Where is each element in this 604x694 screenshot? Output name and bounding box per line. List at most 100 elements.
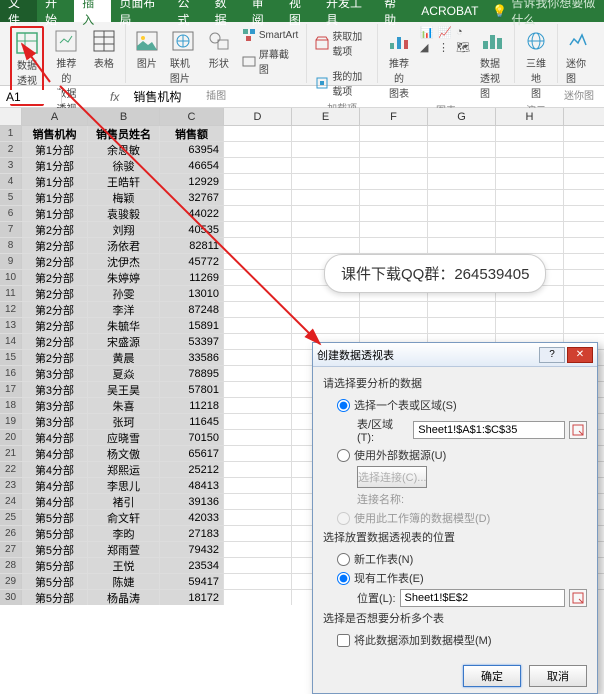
cell[interactable] [428, 190, 496, 205]
cell[interactable] [224, 174, 292, 189]
cell[interactable] [292, 190, 360, 205]
row-header[interactable]: 8 [0, 238, 22, 253]
pie-chart-icon[interactable]: ◔ [456, 26, 472, 39]
cell[interactable]: 第3分部 [22, 398, 88, 413]
formula-input[interactable]: 销售机构 [127, 88, 604, 105]
help-button[interactable]: ? [539, 347, 565, 363]
cell[interactable] [496, 142, 564, 157]
cell[interactable]: 第5分部 [22, 526, 88, 541]
table-button[interactable]: 表格 [89, 26, 119, 72]
cell[interactable] [224, 142, 292, 157]
cell[interactable] [224, 590, 292, 605]
row-header[interactable]: 1 [0, 126, 22, 141]
cell[interactable] [224, 286, 292, 301]
col-header-b[interactable]: B [88, 108, 160, 125]
cell[interactable]: 40535 [160, 222, 224, 237]
close-button[interactable]: ✕ [567, 347, 593, 363]
cell[interactable] [360, 190, 428, 205]
cell[interactable]: 39136 [160, 494, 224, 509]
range-input[interactable] [413, 421, 565, 439]
cell[interactable] [224, 302, 292, 317]
tab-view[interactable]: 视图 [281, 0, 318, 22]
cell[interactable] [496, 302, 564, 317]
cell[interactable]: 李昀 [88, 526, 160, 541]
cell[interactable] [428, 206, 496, 221]
cell[interactable] [292, 238, 360, 253]
cell[interactable] [360, 158, 428, 173]
cell[interactable]: 46654 [160, 158, 224, 173]
cell[interactable] [224, 158, 292, 173]
row-header[interactable]: 5 [0, 190, 22, 205]
cell[interactable] [360, 142, 428, 157]
dialog-titlebar[interactable]: 创建数据透视表 ? ✕ [313, 343, 597, 367]
cell[interactable]: 梅颖 [88, 190, 160, 205]
cell[interactable]: 第1分部 [22, 174, 88, 189]
smartart-button[interactable]: SmartArt [240, 26, 300, 44]
tab-developer[interactable]: 开发工具 [318, 0, 376, 22]
cell[interactable] [224, 126, 292, 141]
cell[interactable]: 78895 [160, 366, 224, 381]
cell[interactable]: 11218 [160, 398, 224, 413]
cell[interactable]: 15891 [160, 318, 224, 333]
row-header[interactable]: 25 [0, 510, 22, 525]
tab-data[interactable]: 数据 [207, 0, 244, 22]
cell[interactable] [224, 334, 292, 349]
cell[interactable]: 郑雨萱 [88, 542, 160, 557]
row-header[interactable]: 13 [0, 318, 22, 333]
cell[interactable] [360, 206, 428, 221]
row-header[interactable]: 16 [0, 366, 22, 381]
cell[interactable]: 销售机构 [22, 126, 88, 141]
cell[interactable]: 王悦 [88, 558, 160, 573]
row-header[interactable]: 7 [0, 222, 22, 237]
cell[interactable]: 沈伊杰 [88, 254, 160, 269]
cell[interactable]: 第4分部 [22, 478, 88, 493]
radio-external[interactable] [337, 449, 350, 462]
cell[interactable] [428, 126, 496, 141]
cell[interactable]: 第1分部 [22, 158, 88, 173]
cell[interactable]: 79432 [160, 542, 224, 557]
cell[interactable] [496, 222, 564, 237]
tab-formulas[interactable]: 公式 [170, 0, 207, 22]
cell[interactable] [428, 142, 496, 157]
cell[interactable]: 第4分部 [22, 430, 88, 445]
row-header[interactable]: 14 [0, 334, 22, 349]
cell[interactable] [224, 222, 292, 237]
cell[interactable]: 应晓雪 [88, 430, 160, 445]
col-header-c[interactable]: C [160, 108, 224, 125]
cell[interactable]: 王皓轩 [88, 174, 160, 189]
cell[interactable] [360, 174, 428, 189]
cell[interactable] [224, 238, 292, 253]
radio-select-range[interactable] [337, 399, 350, 412]
cancel-button[interactable]: 取消 [529, 665, 587, 687]
row-header[interactable]: 30 [0, 590, 22, 605]
shapes-button[interactable]: 形状 [204, 26, 234, 72]
cell[interactable]: 第2分部 [22, 222, 88, 237]
cell[interactable]: 70150 [160, 430, 224, 445]
checkbox-datamodel[interactable] [337, 634, 350, 647]
cell[interactable]: 第2分部 [22, 238, 88, 253]
bar-chart-icon[interactable]: 📊 [420, 26, 436, 39]
col-header-g[interactable]: G [428, 108, 496, 125]
cell[interactable]: 李思儿 [88, 478, 160, 493]
row-header[interactable]: 9 [0, 254, 22, 269]
cell[interactable]: 13010 [160, 286, 224, 301]
row-header[interactable]: 26 [0, 526, 22, 541]
cell[interactable] [496, 190, 564, 205]
cell[interactable]: 第2分部 [22, 318, 88, 333]
row-header[interactable]: 10 [0, 270, 22, 285]
name-box[interactable]: A1 [0, 90, 62, 104]
cell[interactable]: 第1分部 [22, 206, 88, 221]
cell[interactable] [224, 414, 292, 429]
scatter-chart-icon[interactable]: ⋮ [438, 41, 454, 54]
cell[interactable]: 俞文轩 [88, 510, 160, 525]
cell[interactable]: 第5分部 [22, 590, 88, 605]
cell[interactable]: 朱婷婷 [88, 270, 160, 285]
location-input[interactable] [400, 589, 566, 607]
col-header-a[interactable]: A [22, 108, 88, 125]
cell[interactable] [292, 222, 360, 237]
row-header[interactable]: 15 [0, 350, 22, 365]
cell[interactable]: 刘翔 [88, 222, 160, 237]
area-chart-icon[interactable]: ◢ [420, 41, 436, 54]
row-header[interactable]: 2 [0, 142, 22, 157]
select-all-corner[interactable] [0, 108, 22, 125]
